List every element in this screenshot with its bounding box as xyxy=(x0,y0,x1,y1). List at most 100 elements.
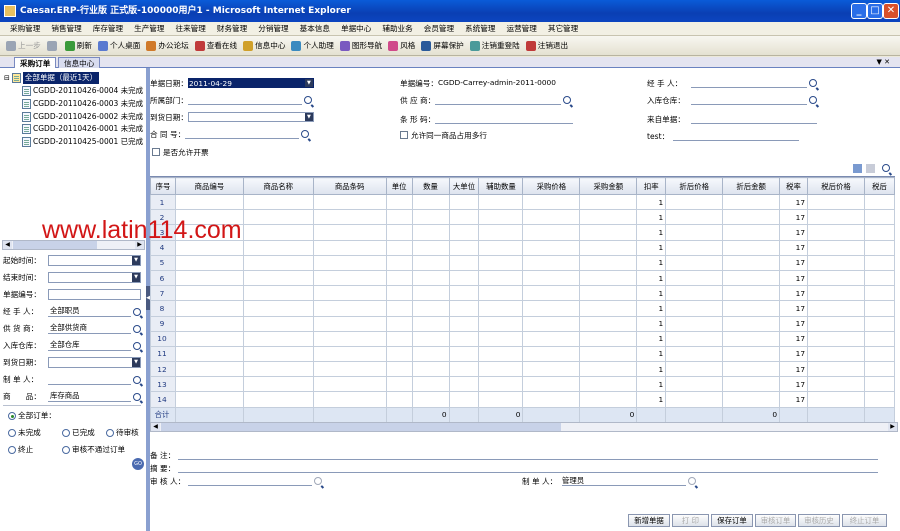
table-cell[interactable] xyxy=(579,209,638,226)
table-cell[interactable] xyxy=(665,224,724,241)
table-cell[interactable] xyxy=(863,376,896,393)
table-cell[interactable] xyxy=(478,239,524,256)
same-goods-option[interactable]: 允许同一商品占用多行 xyxy=(400,129,487,141)
table-cell[interactable]: 17 xyxy=(779,209,809,226)
action-button[interactable]: 终止订单 xyxy=(842,514,887,527)
radio-icon[interactable] xyxy=(8,428,16,437)
table-cell[interactable] xyxy=(807,361,865,378)
table-cell[interactable] xyxy=(807,254,865,271)
table-row[interactable]: 3 1 17 xyxy=(150,224,896,241)
search-icon[interactable] xyxy=(303,96,312,104)
table-cell[interactable] xyxy=(411,254,450,271)
table-cell[interactable]: 17 xyxy=(779,361,809,378)
toolbar-button[interactable]: 刷新 xyxy=(64,40,92,51)
scroll-left-icon[interactable]: ◀ xyxy=(3,241,12,249)
toolbar-button[interactable]: 信息中心 xyxy=(243,40,285,51)
paste-icon[interactable] xyxy=(866,164,875,173)
table-cell[interactable] xyxy=(242,300,314,317)
table-cell[interactable] xyxy=(807,209,865,226)
table-cell[interactable]: 1 xyxy=(636,224,667,241)
table-cell[interactable]: 17 xyxy=(779,345,809,363)
table-row[interactable]: 12 1 17 xyxy=(150,361,896,378)
table-cell[interactable] xyxy=(411,315,450,332)
table-cell[interactable] xyxy=(448,315,480,332)
table-cell[interactable] xyxy=(174,254,244,271)
menu-item[interactable]: 生产管理 xyxy=(134,23,164,34)
table-cell[interactable] xyxy=(665,361,724,378)
test-field[interactable] xyxy=(673,131,799,141)
menu-item[interactable]: 辅助业务 xyxy=(382,23,412,34)
table-cell[interactable]: 17 xyxy=(779,300,809,317)
handler-field[interactable] xyxy=(691,78,807,88)
dropdown-icon[interactable]: ▼ xyxy=(132,256,140,265)
table-cell[interactable] xyxy=(242,361,314,378)
table-cell[interactable] xyxy=(722,376,781,393)
toolbar-button[interactable]: 图形导航 xyxy=(339,40,382,51)
column-header[interactable]: 税后价格 xyxy=(807,177,865,195)
table-cell[interactable] xyxy=(863,224,896,241)
table-cell[interactable] xyxy=(807,239,865,256)
table-cell[interactable] xyxy=(665,376,724,393)
tab-purchase-order[interactable]: 采购订单 xyxy=(14,57,57,68)
table-cell[interactable] xyxy=(863,254,896,271)
table-cell[interactable] xyxy=(665,330,724,347)
table-cell[interactable]: 12 xyxy=(150,361,176,378)
table-cell[interactable]: 1 xyxy=(636,254,667,271)
table-cell[interactable] xyxy=(665,193,724,211)
toolbar-button[interactable]: 上一步 xyxy=(6,40,41,51)
table-cell[interactable] xyxy=(242,330,314,347)
column-header[interactable]: 扣率 xyxy=(636,177,667,195)
table-cell[interactable] xyxy=(478,330,524,347)
table-cell[interactable]: 17 xyxy=(779,330,809,347)
table-cell[interactable]: 10 xyxy=(150,330,176,347)
toolbar-button[interactable]: 注销退出 xyxy=(525,40,568,51)
table-cell[interactable] xyxy=(863,391,896,408)
table-cell[interactable] xyxy=(174,391,244,408)
status-pending[interactable]: 待审核 xyxy=(106,427,139,438)
table-cell[interactable]: 6 xyxy=(150,269,176,287)
table-cell[interactable] xyxy=(579,193,638,211)
arrival-date-field[interactable]: ▼ xyxy=(187,112,314,122)
search-icon[interactable] xyxy=(133,307,141,316)
search-icon[interactable] xyxy=(133,341,141,350)
menu-item[interactable]: 财务管理 xyxy=(217,23,247,34)
column-header[interactable]: 折后价格 xyxy=(665,177,724,195)
table-row[interactable]: 2 1 17 xyxy=(150,209,896,226)
column-header[interactable]: 采购金额 xyxy=(579,177,638,195)
radio-icon[interactable] xyxy=(8,411,16,420)
menu-item[interactable]: 运营管理 xyxy=(507,23,537,34)
table-cell[interactable]: 1 xyxy=(636,269,667,287)
goods-field[interactable]: 库存商品 xyxy=(48,391,131,402)
search-icon[interactable] xyxy=(809,96,817,104)
table-cell[interactable]: 17 xyxy=(779,376,809,393)
table-cell[interactable]: 14 xyxy=(150,391,176,408)
menu-item[interactable]: 往来管理 xyxy=(176,23,206,34)
table-cell[interactable] xyxy=(579,269,638,287)
table-cell[interactable] xyxy=(312,391,387,408)
column-header[interactable]: 折后金额 xyxy=(722,177,781,195)
table-cell[interactable] xyxy=(448,193,480,211)
go-button[interactable]: GO xyxy=(132,458,144,470)
table-row[interactable]: 10 1 17 xyxy=(150,330,896,347)
table-cell[interactable] xyxy=(411,269,450,287)
table-cell[interactable] xyxy=(579,330,638,347)
table-cell[interactable] xyxy=(174,376,244,393)
table-cell[interactable] xyxy=(478,376,524,393)
table-cell[interactable] xyxy=(579,315,638,332)
action-button[interactable]: 新增单据 xyxy=(628,514,670,527)
table-cell[interactable] xyxy=(312,345,387,363)
table-cell[interactable] xyxy=(242,376,314,393)
table-cell[interactable] xyxy=(807,345,865,363)
column-header[interactable]: 税率 xyxy=(779,177,809,195)
table-row[interactable]: 5 1 17 xyxy=(150,254,896,271)
table-cell[interactable]: 1 xyxy=(636,193,667,211)
menu-item[interactable]: 单据中心 xyxy=(341,23,371,34)
table-cell[interactable] xyxy=(722,345,781,363)
table-cell[interactable] xyxy=(448,361,480,378)
table-cell[interactable] xyxy=(579,300,638,317)
table-cell[interactable] xyxy=(579,285,638,302)
table-cell[interactable] xyxy=(807,330,865,347)
table-cell[interactable] xyxy=(665,285,724,302)
table-cell[interactable]: 1 xyxy=(636,315,667,332)
table-cell[interactable] xyxy=(522,239,581,256)
